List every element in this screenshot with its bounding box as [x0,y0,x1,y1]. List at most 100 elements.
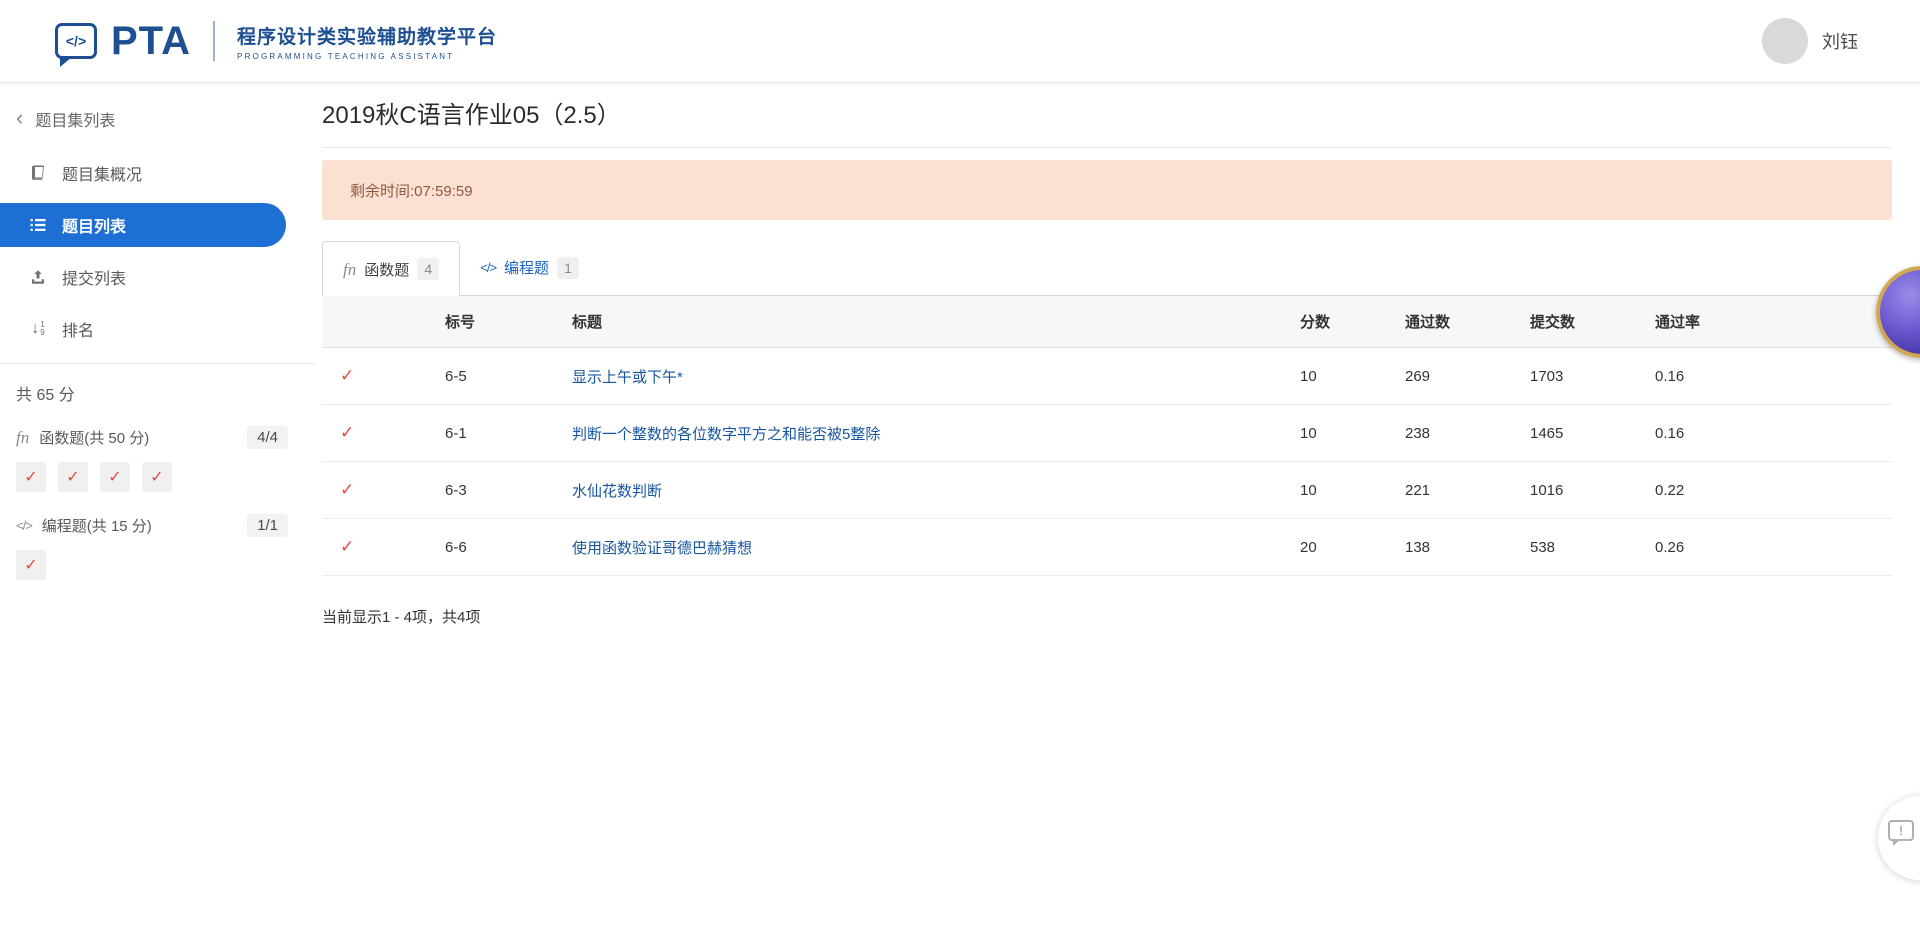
tab-label: 编程题 [504,260,550,277]
platform-title-en: PROGRAMMING TEACHING ASSISTANT [237,51,455,61]
fn-icon: fn [16,427,30,447]
fn-icon: fn [343,259,357,279]
col-title: 标题 [572,314,603,331]
user-name: 刘钰 [1822,32,1858,52]
problem-status-check[interactable]: ✓ [58,462,88,492]
table-header: 标号 标题 分数 通过数 提交数 通过率 [322,296,1892,348]
back-label: 题目集列表 [35,113,116,130]
code-icon: </> [480,260,497,275]
problem-score: 10 [1300,367,1317,385]
main-content: 2019秋C语言作业05（2.5） 剩余时间:07:59:59 fn 函数题 4… [316,83,1920,627]
book-icon [28,164,48,182]
sidebar-item-label: 排名 [62,323,95,340]
score-summary: 共 65 分 fn 函数题(共 50 分) 4/4 ✓ ✓ ✓ ✓ </> 编程… [0,364,316,580]
sidebar-item-label: 题目列表 [62,219,127,236]
sort-digit-bottom: 9 [40,328,45,337]
table-row: ✓ 6-1 判断一个整数的各位数字平方之和能否被5整除 10 238 1465 … [322,405,1892,462]
logo-divider [213,21,216,61]
feedback-button[interactable]: ! [1878,796,1920,880]
coding-problems-group: </> 编程题(共 15 分) 1/1 [16,510,300,540]
sidebar-nav: 题目集概况 题目列表 提交列表 ↓ 1 9 排名 [0,147,316,355]
back-to-problem-sets[interactable]: ‹ 题目集列表 [0,97,316,141]
problem-status-check[interactable]: ✓ [16,462,46,492]
group-label: 编程题(共 15 分) [41,517,152,535]
problem-link[interactable]: 判断一个整数的各位数字平方之和能否被5整除 [572,426,880,443]
problem-type-tabs: fn 函数题 4 </> 编程题 1 [322,240,1892,296]
function-problems-group: fn 函数题(共 50 分) 4/4 [16,422,300,452]
group-label: 函数题(共 50 分) [39,429,150,447]
problem-score: 20 [1300,538,1317,556]
problem-pass-rate: 0.26 [1655,538,1685,556]
group-progress-badge: 4/4 [247,425,288,449]
problem-link[interactable]: 显示上午或下午* [572,369,683,386]
problem-id: 6-1 [445,424,467,442]
code-bubble-icon: </> [55,23,97,67]
sidebar-item-problem-list[interactable]: 题目列表 [0,203,286,247]
code-icon: </> [16,517,33,533]
list-icon [28,216,48,234]
sidebar-item-ranking[interactable]: ↓ 1 9 排名 [0,303,316,355]
problem-accepted: 238 [1405,424,1431,442]
sort-arrow-glyph: ↓ [31,320,40,337]
sidebar-item-label: 题目集概况 [62,167,143,184]
problem-link[interactable]: 水仙花数判断 [572,483,662,500]
check-icon: ✓ [108,469,122,486]
table-row: ✓ 6-3 水仙花数判断 10 221 1016 0.22 [322,462,1892,519]
problem-score: 10 [1300,424,1317,442]
function-problems-status-row: ✓ ✓ ✓ ✓ [16,462,300,492]
sort-numeric-icon: ↓ 1 9 [28,321,48,337]
problem-id: 6-3 [445,481,467,499]
problem-submissions: 538 [1530,538,1556,556]
platform-title-cn: 程序设计类实验辅助教学平台 [237,26,498,48]
user-menu[interactable]: 刘钰 [1762,18,1858,64]
tab-count-badge: 4 [417,258,440,280]
sidebar-item-label: 提交列表 [62,271,127,288]
pagination-summary: 当前显示1 - 4项，共4项 [322,609,481,626]
feedback-bubble-icon: ! [1888,820,1914,846]
time-remaining-banner: 剩余时间:07:59:59 [322,160,1892,220]
top-bar: </> PTA 程序设计类实验辅助教学平台 PROGRAMMING TEACHI… [0,0,1920,83]
col-accepted: 通过数 [1405,314,1451,331]
check-icon: ✓ [24,469,38,486]
avatar[interactable] [1762,18,1808,64]
title-divider [322,147,1892,148]
check-icon: ✓ [66,469,80,486]
problem-status-check[interactable]: ✓ [142,462,172,492]
chevron-left-icon: ‹ [16,105,24,130]
tab-coding-problems[interactable]: </> 编程题 1 [460,240,599,295]
tab-function-problems[interactable]: fn 函数题 4 [322,241,461,296]
problem-id: 6-6 [445,538,467,556]
col-id: 标号 [445,314,476,331]
check-icon: ✓ [150,469,164,486]
sidebar-item-submissions[interactable]: 提交列表 [0,251,316,303]
brand-text: PTA [111,19,192,63]
problem-status-check[interactable]: ✓ [16,550,46,580]
table-row: ✓ 6-6 使用函数验证哥德巴赫猜想 20 138 538 0.26 [322,519,1892,576]
total-score: 共 65 分 [16,387,75,404]
check-icon: ✓ [340,537,355,556]
problem-status-check[interactable]: ✓ [100,462,130,492]
coding-problems-status-row: ✓ [16,550,300,580]
problem-link[interactable]: 使用函数验证哥德巴赫猜想 [572,540,752,557]
problem-accepted: 269 [1405,367,1431,385]
tab-count-badge: 1 [557,256,580,279]
problem-submissions: 1703 [1530,367,1564,385]
problem-id: 6-5 [445,367,467,385]
problem-pass-rate: 0.16 [1655,367,1685,385]
time-remaining-text: 剩余时间:07:59:59 [350,182,473,200]
col-pass-rate: 通过率 [1655,314,1701,331]
col-score: 分数 [1300,314,1331,331]
problem-accepted: 221 [1405,481,1431,499]
check-icon: ✓ [340,480,355,499]
page-title: 2019秋C语言作业05（2.5） [322,102,621,129]
sidebar-item-overview[interactable]: 题目集概况 [0,147,316,199]
col-submissions: 提交数 [1530,314,1576,331]
problem-submissions: 1465 [1530,424,1564,442]
problem-submissions: 1016 [1530,481,1564,499]
problem-pass-rate: 0.16 [1655,424,1685,442]
problem-pass-rate: 0.22 [1655,481,1685,499]
upload-icon [28,268,48,286]
pta-logo[interactable]: </> PTA 程序设计类实验辅助教学平台 PROGRAMMING TEACHI… [55,19,498,67]
sidebar: ‹ 题目集列表 题目集概况 题目列表 提交列表 ↓ 1 9 排名 共 65 分 … [0,83,316,627]
check-icon: ✓ [24,557,38,574]
